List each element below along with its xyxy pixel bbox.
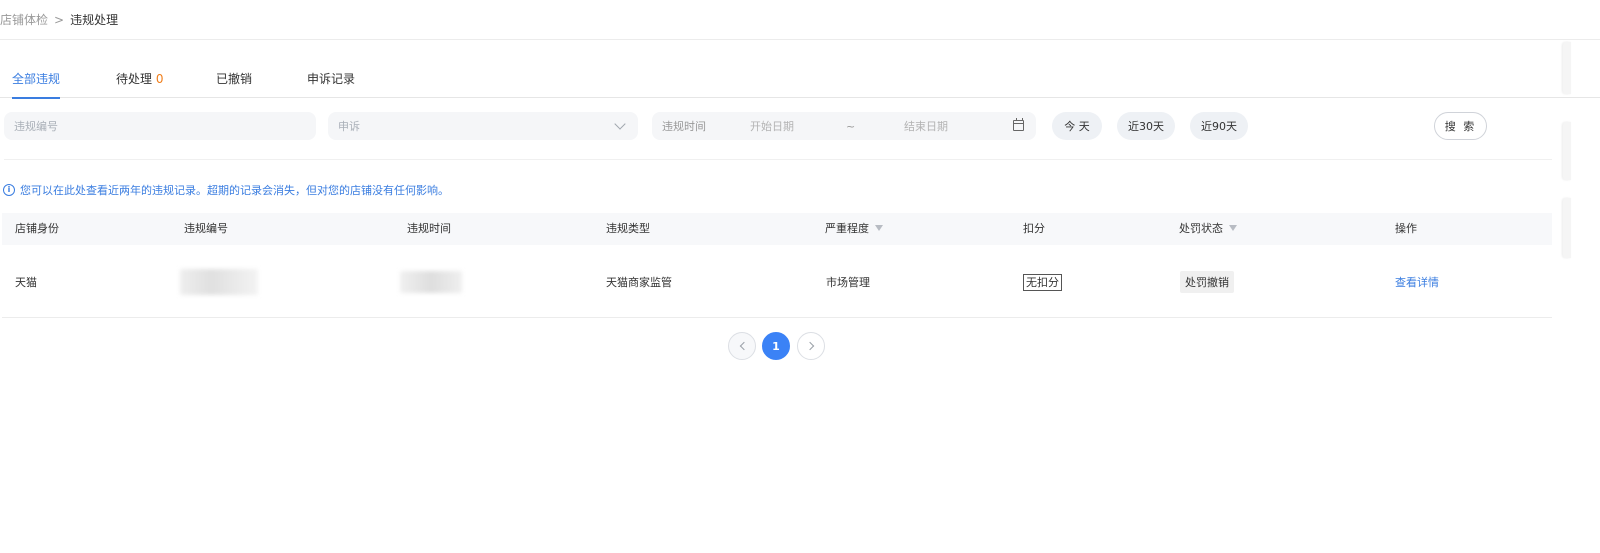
quick-filter-today[interactable]: 今 天 — [1052, 112, 1102, 140]
tab-label: 申诉记录 — [307, 72, 356, 86]
tab-label: 全部违规 — [12, 72, 61, 86]
appeal-select-value: 申诉 — [338, 120, 360, 133]
tab-pending[interactable]: 待处理 0 — [116, 60, 163, 98]
filter-bar: 违规编号 申诉 违规时间 开始日期 ~ 结束日期 今 天 近30天 近90天 搜… — [0, 112, 1600, 140]
tab-label: 待处理 — [116, 72, 153, 86]
end-date-input[interactable]: 结束日期 — [904, 118, 1014, 134]
breadcrumb: 店铺体检 > 违规处理 — [0, 0, 1600, 40]
cell-deduction: 无扣分 — [1023, 246, 1062, 318]
status-badge: 处罚撤销 — [1180, 271, 1234, 293]
filter-icon[interactable] — [875, 225, 883, 231]
cell-severity: 市场管理 — [826, 276, 870, 289]
column-header-shop-identity: 店铺身份 — [15, 222, 59, 235]
cell-violation-time — [400, 246, 462, 318]
column-header-label: 处罚状态 — [1179, 222, 1223, 235]
tab-all-violations[interactable]: 全部违规 — [12, 60, 61, 99]
redacted-violation-time — [400, 271, 462, 293]
violation-id-input[interactable]: 违规编号 — [4, 112, 316, 140]
chevron-left-icon — [739, 341, 748, 351]
date-range-picker[interactable]: 违规时间 开始日期 ~ 结束日期 — [652, 112, 1036, 140]
side-float-tab[interactable] — [1563, 198, 1571, 258]
info-notice: i 您可以在此处查看近两年的违规记录。超期的记录会消失，但对您的店铺没有任何影响… — [3, 182, 449, 198]
column-header-violation-type: 违规类型 — [606, 222, 650, 235]
cell-actions: 查看详情 — [1395, 246, 1439, 318]
violation-id-placeholder: 违规编号 — [14, 120, 58, 133]
pagination-next-button[interactable] — [797, 332, 825, 360]
start-date-input[interactable]: 开始日期 — [750, 118, 846, 134]
breadcrumb-parent[interactable]: 店铺体检 — [0, 11, 48, 28]
tab-revoked[interactable]: 已撤销 — [216, 60, 252, 98]
breadcrumb-separator: > — [54, 12, 65, 27]
appeal-select[interactable]: 申诉 — [328, 112, 638, 140]
column-header-violation-id: 违规编号 — [184, 222, 228, 235]
redacted-violation-id — [180, 269, 258, 295]
column-header-deduction: 扣分 — [1023, 222, 1045, 235]
tab-bar: 全部违规 待处理 0 已撤销 申诉记录 — [0, 60, 1600, 99]
chevron-down-icon — [614, 118, 626, 130]
date-range-separator: ~ — [846, 119, 856, 133]
column-header-label: 严重程度 — [825, 222, 869, 235]
column-header-violation-time: 违规时间 — [407, 222, 451, 235]
date-range-label: 违规时间 — [662, 120, 706, 133]
cell-shop-identity: 天猫 — [15, 276, 37, 289]
cell-violation-type: 天猫商家监管 — [606, 276, 672, 289]
table-header: 店铺身份 违规编号 违规时间 违规类型 严重程度 扣分 处罚状态 操作 — [2, 213, 1552, 245]
deduction-tag: 无扣分 — [1023, 273, 1062, 291]
pending-count-badge: 0 — [155, 72, 164, 86]
view-details-link[interactable]: 查看详情 — [1395, 274, 1439, 290]
breadcrumb-current: 违规处理 — [70, 13, 119, 27]
cell-penalty-status: 处罚撤销 — [1180, 246, 1234, 318]
divider — [4, 159, 1552, 160]
pagination-prev-button[interactable] — [728, 332, 756, 360]
tab-label: 已撤销 — [216, 72, 253, 86]
chevron-right-icon — [805, 341, 814, 351]
info-icon: i — [3, 184, 15, 196]
quick-filter-30-days[interactable]: 近30天 — [1117, 112, 1175, 140]
filter-icon[interactable] — [1229, 225, 1237, 231]
cell-violation-id — [180, 246, 258, 318]
notice-text: 您可以在此处查看近两年的违规记录。超期的记录会消失，但对您的店铺没有任何影响。 — [20, 184, 449, 197]
column-header-penalty-status: 处罚状态 — [1179, 213, 1237, 245]
quick-filter-90-days[interactable]: 近90天 — [1190, 112, 1248, 140]
search-button[interactable]: 搜 索 — [1434, 112, 1487, 140]
tab-appeal-records[interactable]: 申诉记录 — [307, 60, 355, 98]
side-float-tab[interactable] — [1563, 42, 1571, 94]
column-header-severity: 严重程度 — [825, 213, 883, 245]
side-float-tab[interactable] — [1563, 122, 1571, 180]
pagination-page-button[interactable]: 1 — [762, 332, 790, 360]
calendar-icon[interactable] — [1013, 118, 1024, 131]
column-header-actions: 操作 — [1395, 222, 1417, 235]
table-row: 天猫 天猫商家监管 市场管理 无扣分 处罚撤销 查看详情 — [2, 246, 1552, 318]
